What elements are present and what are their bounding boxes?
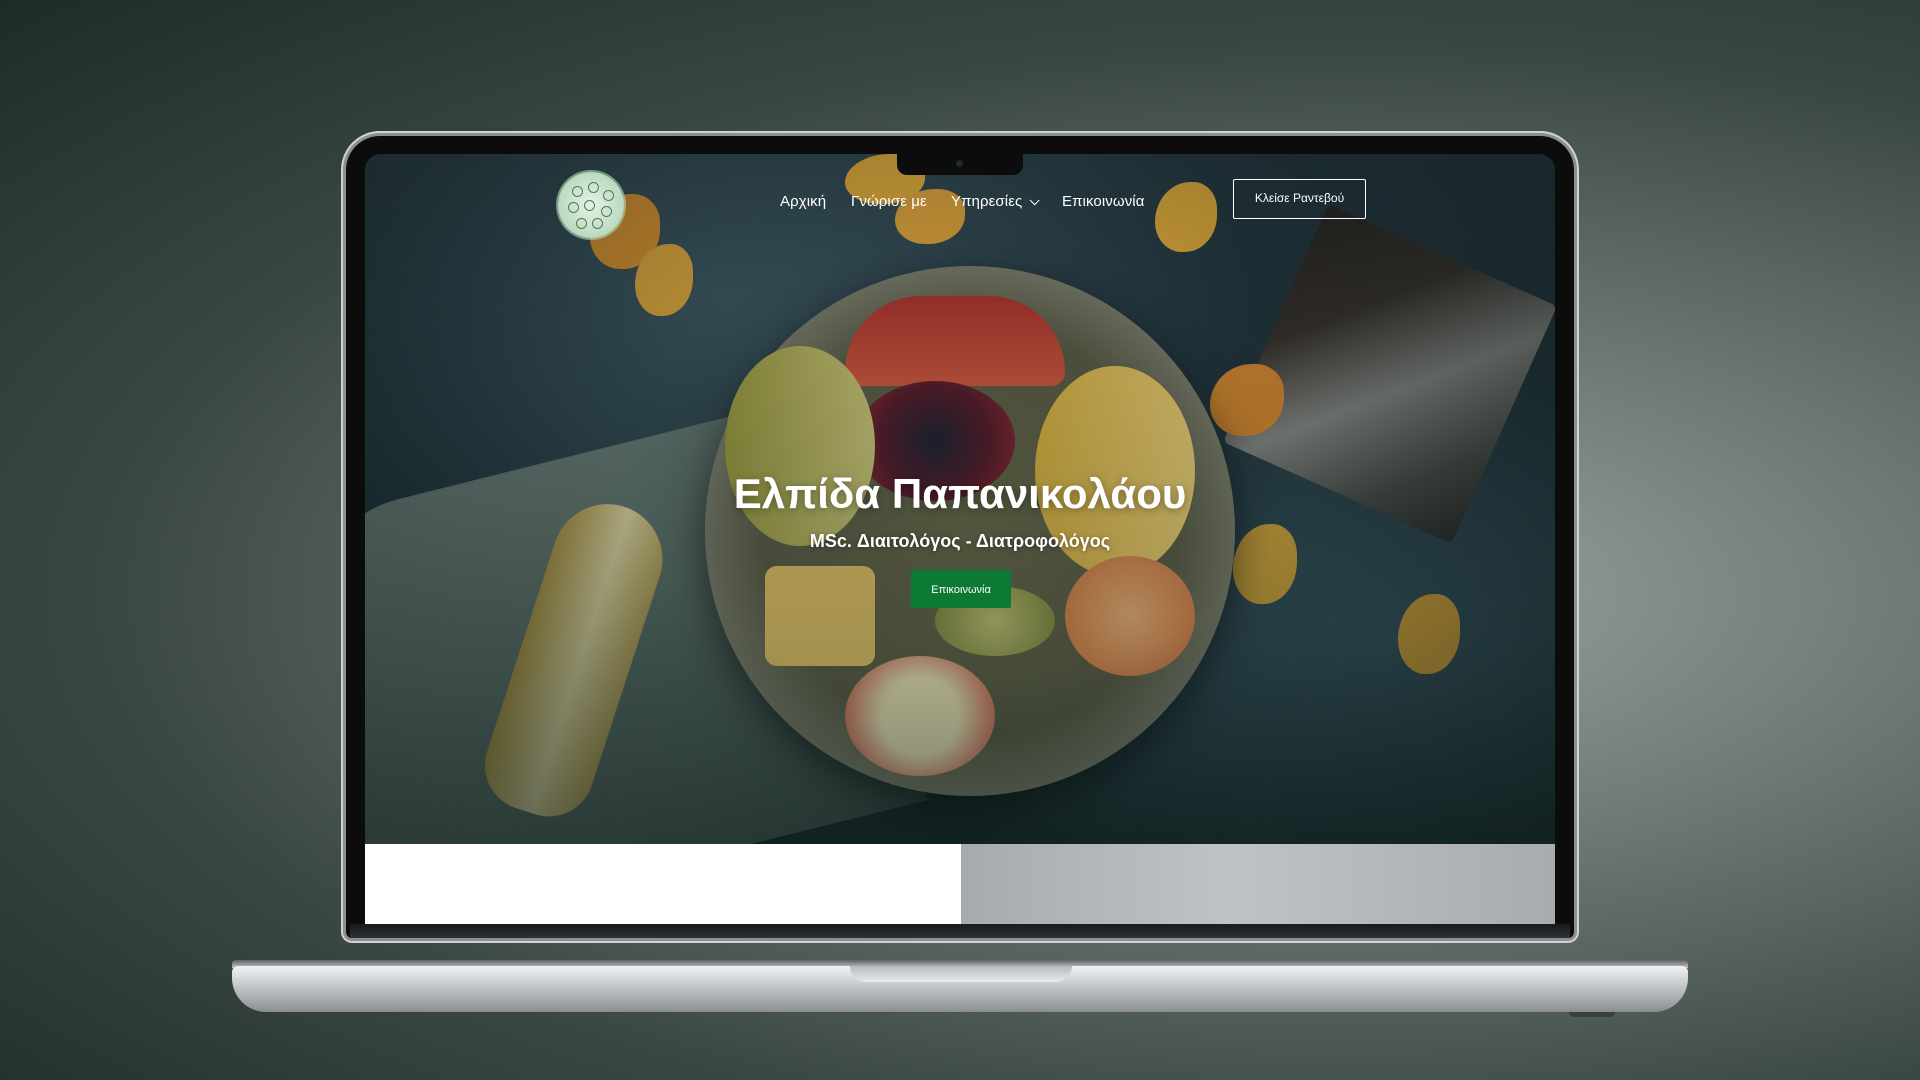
camera-notch — [897, 154, 1023, 175]
laptop-hinge-notch — [850, 966, 1072, 982]
nav-link-contact[interactable]: Επικοινωνία — [1062, 193, 1145, 210]
nav-link-about[interactable]: Γνώρισε με — [851, 193, 927, 210]
nav-link-services[interactable]: Υπηρεσίες — [951, 193, 1040, 210]
main-navigation: Αρχική Γνώρισε με Υπηρεσίες Επικοινωνία … — [365, 179, 1555, 225]
nav-link-services-label: Υπηρεσίες — [951, 193, 1023, 210]
chevron-down-icon — [1029, 195, 1040, 206]
laptop-foot-left — [305, 1012, 351, 1017]
next-section-right-panel — [961, 844, 1555, 924]
book-appointment-button[interactable]: Κλείσε Ραντεβού — [1233, 179, 1366, 219]
nav-link-home[interactable]: Αρχική — [780, 193, 826, 210]
next-section-left-panel — [365, 844, 961, 924]
hero-title: Ελπίδα Παπανικολάου — [733, 470, 1187, 517]
hero-subtitle: MSc. Διαιτολόγος - Διατροφολόγος — [809, 531, 1111, 551]
laptop-screen: Αρχική Γνώρισε με Υπηρεσίες Επικοινωνία … — [365, 154, 1555, 924]
laptop-foot-right — [1569, 1012, 1615, 1017]
laptop-bezel-chin — [350, 924, 1570, 938]
hero-contact-button[interactable]: Επικοινωνία — [911, 570, 1011, 608]
